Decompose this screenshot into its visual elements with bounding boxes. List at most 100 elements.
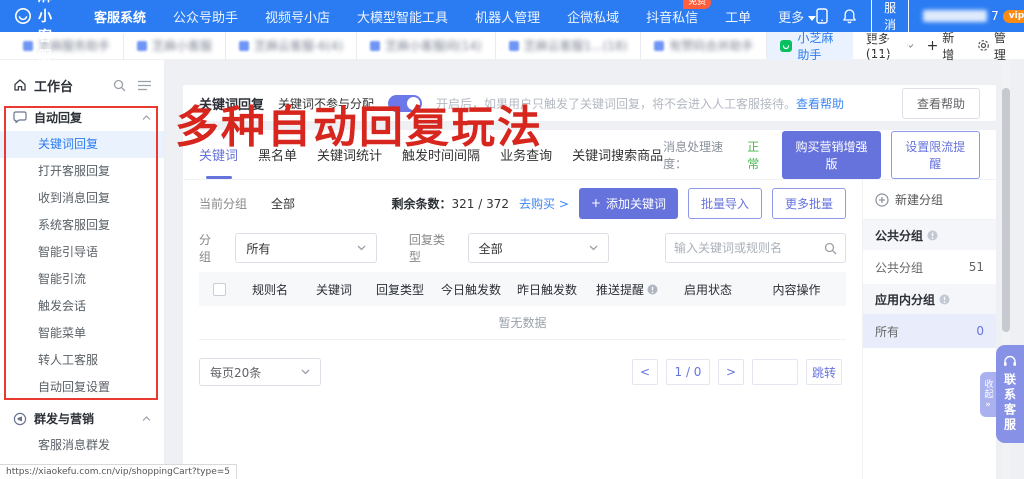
column-reply-type: 回复类型 xyxy=(367,281,433,298)
app-tab-blurred-6[interactable]: 有赞码合并助手 xyxy=(641,32,767,60)
tab-keyword[interactable]: 关键词 xyxy=(199,130,238,179)
sidebar-item-trigger-session[interactable]: 触发会话 xyxy=(0,293,164,320)
group-item-public[interactable]: 公共分组 51 xyxy=(863,250,996,284)
sidebar-section-auto-reply[interactable]: 自动回复 xyxy=(0,104,164,131)
sidebar-item-smart-menu[interactable]: 智能菜单 xyxy=(0,320,164,347)
help-circle-icon[interactable] xyxy=(927,230,938,241)
column-rule-name: 规则名 xyxy=(239,281,301,298)
chevron-up-icon xyxy=(142,115,151,121)
next-page-button[interactable]: > xyxy=(718,359,744,385)
jump-button[interactable]: 跳转 xyxy=(806,359,842,385)
nav-item-service-system[interactable]: 客服系统 xyxy=(94,7,146,26)
tab-trigger-interval[interactable]: 触发时间间隔 xyxy=(402,130,480,179)
nav-item-wecom[interactable]: 企微私域 xyxy=(567,7,619,26)
tab-business-query[interactable]: 业务查询 xyxy=(500,130,552,179)
sidebar-section-marketing[interactable]: 群发与营销 xyxy=(0,405,164,432)
speed-label: 消息处理速度： xyxy=(663,138,737,172)
browser-status-url: https://xiaokefu.com.cn/vip/shoppingCart… xyxy=(0,464,237,479)
nav-item-official-account[interactable]: 公众号助手 xyxy=(173,7,238,26)
current-group-value[interactable]: 全部 xyxy=(271,195,295,212)
nav-item-douyin-dm[interactable]: 抖音私信 免费 xyxy=(646,7,698,26)
nav-item-llm-tools[interactable]: 大模型智能工具 xyxy=(357,7,448,26)
app-tab-blurred-4[interactable]: 芝麻小客服间(14) xyxy=(357,32,496,60)
logo-text: 芝麻小客服 xyxy=(38,0,52,66)
prev-page-button[interactable]: < xyxy=(632,359,658,385)
chevron-down-icon xyxy=(589,245,598,251)
remaining-count: 剩余条数：321 / 372 xyxy=(392,195,510,212)
select-all-checkbox[interactable] xyxy=(213,283,226,296)
sidebar-item-system-service-reply[interactable]: 系统客服回复 xyxy=(0,212,164,239)
scrollbar-thumb[interactable] xyxy=(1002,88,1010,332)
app-groups-header: 应用内分组 xyxy=(863,284,996,314)
column-enabled-status: 启用状态 xyxy=(669,281,747,298)
current-page-indicator: 1 / 0 xyxy=(666,359,710,385)
tab-keyword-product-search[interactable]: 关键词搜索商品 xyxy=(572,130,663,179)
menu-list-icon[interactable] xyxy=(138,80,151,91)
sidebar-item-smart-guide[interactable]: 智能引导语 xyxy=(0,239,164,266)
sidebar-item-open-service-reply[interactable]: 打开客服回复 xyxy=(0,158,164,185)
buy-enhance-button[interactable]: 购买营销增强版 xyxy=(782,131,880,179)
keyword-main-card: 关键词 黑名单 关键词统计 触发时间间隔 业务查询 关键词搜索商品 消息处理速度… xyxy=(183,130,996,479)
speed-status-value: 正常 xyxy=(747,138,768,172)
sidebar-item-received-message-reply[interactable]: 收到消息回复 xyxy=(0,185,164,212)
keyword-search-input[interactable] xyxy=(674,241,824,255)
nav-item-video-shop[interactable]: 视频号小店 xyxy=(265,7,330,26)
group-item-all[interactable]: 所有 0 xyxy=(863,314,996,348)
user-account[interactable]: 7 vip 3 xyxy=(923,9,1024,23)
app-tab-blurred-3[interactable]: 芝麻云客服-6(4) xyxy=(226,32,357,60)
mobile-icon[interactable] xyxy=(816,8,828,24)
sidebar-item-transfer-human[interactable]: 转人工客服 xyxy=(0,347,164,374)
keyword-reply-header-card: 关键词回复 关键词不参与分配 开启后，如果用户只触发了关键词回复，将不会进入人工… xyxy=(183,85,996,121)
go-buy-link[interactable]: 去购买 > xyxy=(519,195,569,212)
new-group-button[interactable]: 新建分组 xyxy=(863,180,996,220)
double-arrow-icon: » xyxy=(985,400,991,410)
batch-import-button[interactable]: 批量导入 xyxy=(688,188,762,219)
column-content-actions: 内容操作 xyxy=(747,281,846,298)
contact-service-button[interactable]: 联系客服 xyxy=(996,345,1024,443)
service-message-button[interactable]: 客服消息 xyxy=(871,0,909,55)
help-circle-icon[interactable] xyxy=(939,294,950,305)
page-size-select[interactable]: 每页20条 xyxy=(199,358,321,386)
sidebar-item-keyword-reply[interactable]: 关键词回复 xyxy=(0,131,164,158)
sidebar-item-smart-diversion[interactable]: 智能引流 xyxy=(0,266,164,293)
app-logo[interactable]: 芝麻小客服 xyxy=(14,0,52,66)
app-tab-blurred-2[interactable]: 芝麻小客服 xyxy=(124,32,226,60)
workbench-header[interactable]: 工作台 xyxy=(0,70,164,100)
app-tab-blurred-5[interactable]: 芝麻云客服1...(18) xyxy=(496,32,642,60)
collapse-widget-button[interactable]: 收起 » xyxy=(980,372,996,417)
group-filter-select[interactable]: 所有 xyxy=(235,233,376,263)
search-icon[interactable] xyxy=(824,242,837,255)
contact-service-widget: 收起 » 联系客服 xyxy=(980,345,1024,443)
keyword-list-area: 当前分组 全部 剩余条数：321 / 372 去购买 > + 添加关键词 批量导… xyxy=(183,180,862,479)
reply-type-select[interactable]: 全部 xyxy=(468,233,609,263)
view-help-button[interactable]: 查看帮助 xyxy=(902,88,980,119)
sidebar-item-mass-message[interactable]: 客服消息群发 xyxy=(0,432,164,459)
jump-page-input[interactable] xyxy=(752,359,798,385)
help-circle-icon[interactable] xyxy=(647,284,658,295)
tab-blacklist[interactable]: 黑名单 xyxy=(258,130,297,179)
column-today-triggers: 今日触发数 xyxy=(433,281,509,298)
nav-item-work-order[interactable]: 工单 xyxy=(725,7,751,26)
page-title: 关键词回复 xyxy=(199,94,264,113)
top-navigation-bar: 芝麻小客服 客服系统 公众号助手 视频号小店 大模型智能工具 机器人管理 企微私… xyxy=(0,0,1024,32)
bell-icon[interactable] xyxy=(842,8,857,24)
sidebar-item-auto-reply-settings[interactable]: 自动回复设置 xyxy=(0,374,164,401)
app-icon xyxy=(654,41,664,51)
free-badge: 免费 xyxy=(683,0,711,9)
column-keyword: 关键词 xyxy=(301,281,367,298)
add-keyword-button[interactable]: + 添加关键词 xyxy=(579,188,678,219)
top-nav-menu: 客服系统 公众号助手 视频号小店 大模型智能工具 机器人管理 企微私域 抖音私信… xyxy=(94,7,816,26)
no-assign-toggle[interactable] xyxy=(388,95,422,112)
more-batch-button[interactable]: 更多批量 xyxy=(772,188,846,219)
table-header-row: 规则名 关键词 回复类型 今日触发数 昨日触发数 推送提醒 启用状态 内容操作 xyxy=(199,272,846,306)
nav-item-robot-management[interactable]: 机器人管理 xyxy=(475,7,540,26)
search-icon[interactable] xyxy=(113,79,126,92)
toggle-hint-text: 开启后，如果用户只触发了关键词回复，将不会进入人工客服接待。查看帮助 xyxy=(436,95,844,112)
set-limit-alert-button[interactable]: 设置限流提醒 xyxy=(891,131,981,179)
help-link[interactable]: 查看帮助 xyxy=(796,97,844,111)
tab-keyword-stats[interactable]: 关键词统计 xyxy=(317,130,382,179)
group-panel: 新建分组 公共分组 公共分组 51 应用内分组 xyxy=(862,180,996,479)
group-filter-label: 分组 xyxy=(199,231,221,265)
nav-item-more[interactable]: 更多 xyxy=(778,7,816,26)
app-icon xyxy=(137,41,147,51)
